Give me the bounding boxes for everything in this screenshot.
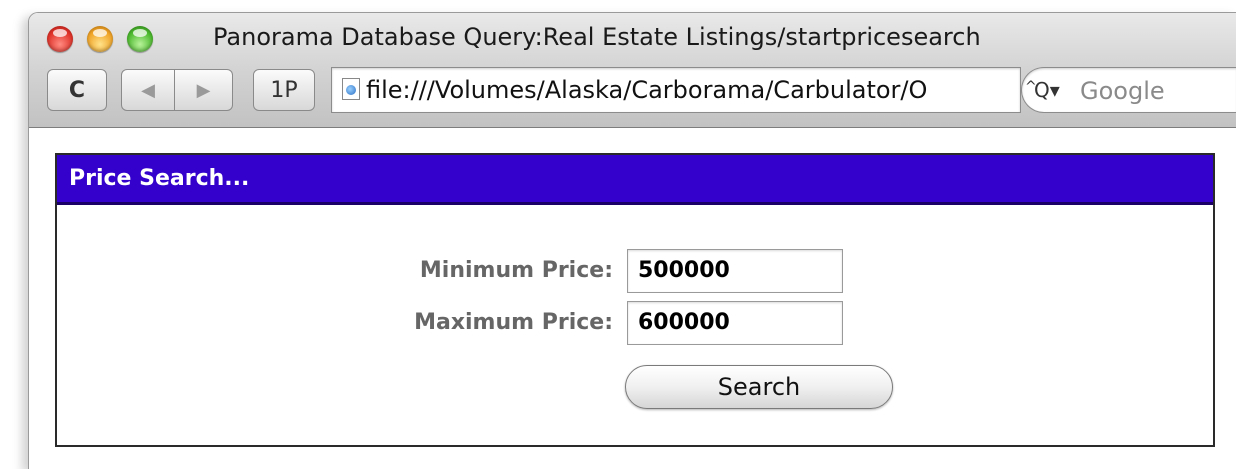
search-button[interactable]: Search: [625, 365, 893, 409]
forward-arrow-icon: ▶: [196, 79, 211, 101]
url-dropdown-caret-icon[interactable]: ^: [1025, 79, 1037, 95]
panel-header: Price Search...: [57, 155, 1213, 205]
window-title: Panorama Database Query:Real Estate List…: [213, 23, 981, 51]
minimum-price-value: 500000: [638, 258, 730, 283]
browser-window: Panorama Database Query:Real Estate List…: [28, 12, 1236, 469]
back-arrow-icon: ◀: [141, 79, 155, 101]
minimum-price-input[interactable]: 500000: [627, 249, 843, 293]
maximum-price-label: Maximum Price:: [414, 310, 613, 335]
search-placeholder: Google: [1080, 77, 1165, 105]
maximum-price-input[interactable]: 600000: [627, 301, 843, 345]
zoom-window-button[interactable]: [127, 26, 153, 52]
page-content: Price Search... Minimum Price: 500000 Ma…: [29, 128, 1236, 469]
onepassword-button[interactable]: 1P: [253, 69, 315, 111]
address-bar[interactable]: file:///Volumes/Alaska/Carborama/Carbula…: [331, 67, 1021, 113]
minimum-price-label: Minimum Price:: [419, 258, 613, 283]
reload-button[interactable]: C: [47, 69, 107, 111]
reload-icon: C: [68, 77, 86, 103]
close-window-button[interactable]: [47, 26, 73, 52]
search-icon: Q▾: [1034, 78, 1060, 102]
minimize-window-button[interactable]: [87, 26, 113, 52]
back-button[interactable]: ◀: [121, 69, 175, 111]
page-icon: [342, 78, 360, 100]
onepassword-label: 1P: [270, 77, 298, 103]
search-field[interactable]: Q▾ Google: [1021, 67, 1236, 113]
forward-button[interactable]: ▶: [175, 69, 233, 111]
panel-title: Price Search...: [69, 166, 250, 191]
maximum-price-value: 600000: [638, 310, 730, 335]
price-search-panel: Price Search... Minimum Price: 500000 Ma…: [55, 153, 1215, 447]
url-text: file:///Volumes/Alaska/Carborama/Carbula…: [366, 76, 928, 104]
title-bar: Panorama Database Query:Real Estate List…: [29, 13, 1236, 128]
